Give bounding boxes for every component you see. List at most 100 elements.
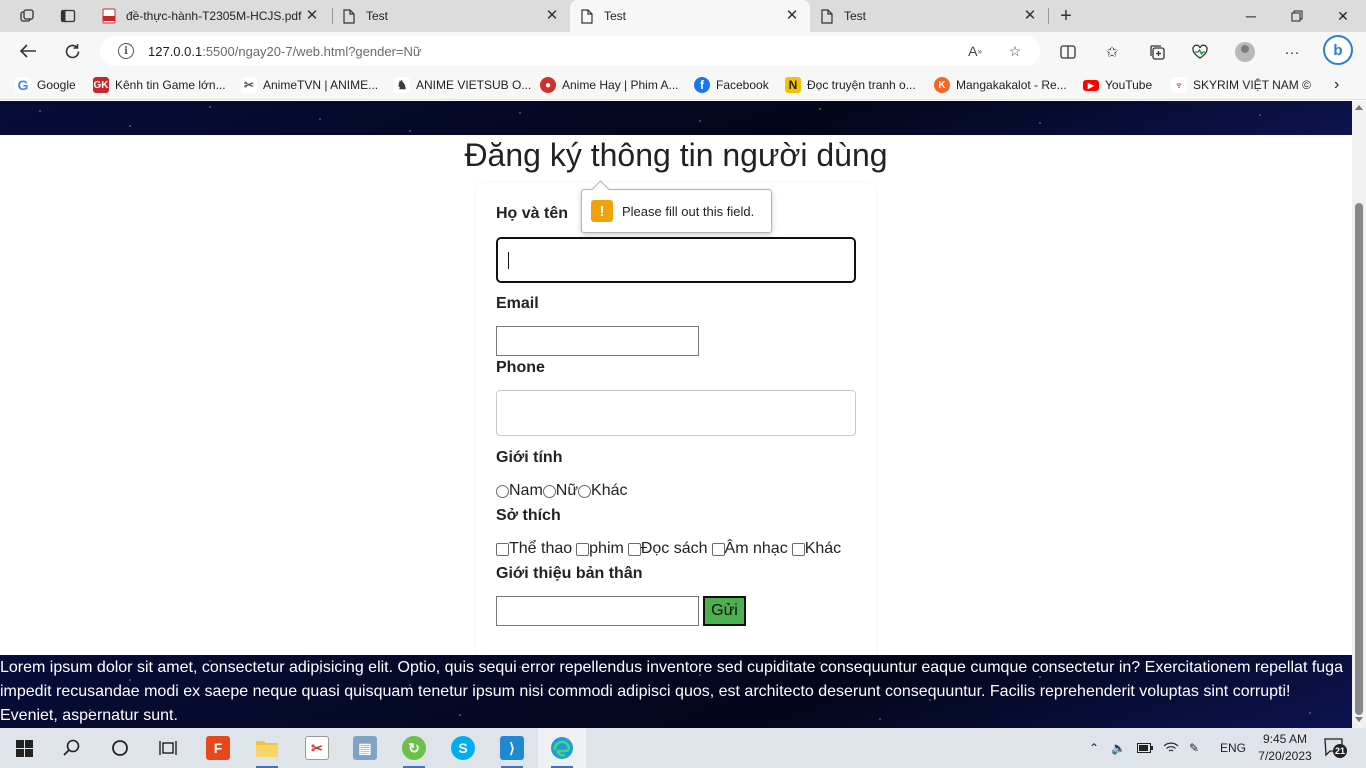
bookmark-anime-vietsub[interactable]: ♞ ANIME VIETSUB O...	[394, 76, 531, 94]
bookmark-doc-truyen[interactable]: N Đọc truyện tranh o...	[785, 76, 916, 94]
youtube-icon: ▶	[1083, 79, 1099, 91]
wifi-icon[interactable]	[1163, 728, 1179, 768]
truyen-icon: N	[785, 77, 801, 93]
bookmark-facebook[interactable]: f Facebook	[694, 76, 769, 94]
hobby-option-label: Đọc sách	[640, 540, 708, 557]
language-indicator[interactable]: ENG	[1220, 728, 1246, 768]
hobby-options: Thể thao phim Đọc sách Âm nhạc Khác	[496, 540, 841, 558]
read-aloud-icon[interactable]: A»	[966, 43, 984, 59]
tab-title: Test	[844, 9, 867, 23]
restore-icon[interactable]	[1274, 0, 1320, 32]
hobby-label: Sở thích	[496, 507, 561, 524]
refresh-icon[interactable]	[58, 38, 86, 64]
tab-pdf[interactable]: đề-thực-hành-T2305M-HCJS.pdf ✕	[92, 0, 330, 32]
bookmark-skyrim[interactable]: ♆ SKYRIM VIỆT NAM ©	[1171, 76, 1311, 94]
page-icon	[580, 8, 594, 24]
vscode-icon[interactable]: ⟩	[488, 728, 536, 768]
hobby-checkbox-the-thao[interactable]	[496, 542, 509, 556]
google-icon: G	[15, 77, 31, 93]
pdf-icon	[102, 8, 116, 24]
workspaces-icon[interactable]	[16, 6, 38, 26]
gender-option-label: Khác	[591, 482, 628, 499]
task-view-icon[interactable]	[144, 728, 192, 768]
pen-icon[interactable]: ✎	[1189, 728, 1199, 768]
split-screen-icon[interactable]	[1057, 41, 1079, 63]
snipping-app-icon[interactable]: ✂	[293, 728, 341, 768]
bookmark-anime-hay[interactable]: ● Anime Hay | Phim A...	[540, 76, 679, 94]
bookmark-google[interactable]: G Google	[15, 76, 76, 94]
close-tab-icon[interactable]: ✕	[544, 8, 560, 24]
notification-icon[interactable]: 21	[1324, 738, 1348, 758]
submit-button[interactable]: Gửi	[703, 596, 746, 626]
scrollbar-thumb[interactable]	[1355, 203, 1363, 715]
clock-time: 9:45 AM	[1262, 732, 1308, 746]
gender-radio-nu[interactable]	[542, 484, 556, 498]
hobby-checkbox-doc-sach[interactable]	[627, 542, 641, 556]
scroll-up-icon[interactable]	[1355, 105, 1363, 110]
page-icon	[342, 8, 356, 24]
favorite-star-icon[interactable]: ☆	[1006, 43, 1024, 59]
performance-icon[interactable]	[1189, 41, 1211, 63]
bookmark-youtube[interactable]: ▶ YouTube	[1083, 76, 1152, 94]
bookmark-mangakakalot[interactable]: K Mangakakalot - Re...	[934, 76, 1067, 94]
cortana-icon[interactable]	[96, 728, 144, 768]
search-icon[interactable]	[48, 728, 96, 768]
scroll-down-icon[interactable]	[1355, 717, 1363, 722]
url-text[interactable]: 127.0.0.1:5500/ngay20-7/web.html?gender=…	[148, 44, 422, 59]
show-hidden-icons-icon[interactable]: ⌃	[1089, 728, 1099, 768]
hobby-checkbox-am-nhac[interactable]	[711, 542, 725, 556]
address-bar[interactable]: i 127.0.0.1:5500/ngay20-7/web.html?gende…	[100, 36, 1040, 66]
favorites-icon[interactable]: ✩	[1101, 41, 1123, 63]
name-label: Họ và tên	[496, 205, 569, 222]
bing-copilot-icon[interactable]: b	[1323, 35, 1353, 65]
start-windows-icon[interactable]	[0, 728, 48, 768]
bio-label: Giới thiệu bản thân	[496, 565, 643, 582]
profile-avatar-icon[interactable]	[1234, 41, 1256, 63]
validation-message: Please fill out this field.	[622, 203, 755, 219]
close-tab-icon[interactable]: ✕	[784, 8, 800, 24]
tab-test-3[interactable]: Test ✕	[810, 0, 1048, 32]
gender-option-label: Nữ	[555, 482, 579, 499]
email-input[interactable]	[496, 326, 699, 356]
new-tab-icon[interactable]: +	[1055, 5, 1077, 27]
phone-input[interactable]	[496, 390, 856, 436]
hobby-checkbox-phim[interactable]	[576, 542, 590, 556]
gender-radio-nam[interactable]	[496, 484, 509, 498]
hobby-option-label: phim	[589, 540, 624, 557]
bio-input[interactable]	[496, 596, 699, 626]
name-input[interactable]	[496, 237, 856, 283]
tab-test-active[interactable]: Test ✕	[570, 0, 810, 32]
tab-test-1[interactable]: Test ✕	[332, 0, 570, 32]
back-icon[interactable]	[14, 38, 42, 64]
email-label: Email	[496, 295, 539, 312]
gender-radio-khac[interactable]	[578, 484, 592, 498]
collections-icon[interactable]	[1146, 41, 1168, 63]
tab-bar: đề-thực-hành-T2305M-HCJS.pdf ✕ Test ✕ Te…	[0, 0, 1366, 32]
tab-actions-icon[interactable]	[57, 6, 79, 26]
green-app-icon[interactable]: ↻	[390, 728, 438, 768]
page-title: Đăng ký thông tin người dùng	[464, 137, 888, 173]
minimize-icon[interactable]: ─	[1228, 0, 1274, 32]
bookmark-kenh-tin-game[interactable]: GK Kênh tin Game lớn...	[93, 76, 226, 94]
page-scrollbar[interactable]	[1352, 101, 1366, 728]
site-info-icon[interactable]: i	[118, 43, 134, 59]
footer-text: Lorem ipsum dolor sit amet, consectetur …	[0, 655, 1352, 728]
battery-icon[interactable]	[1137, 728, 1153, 768]
bookmark-animetvn[interactable]: ✂ AnimeTVN | ANIME...	[241, 76, 378, 94]
bookmarks-bar: G Google GK Kênh tin Game lớn... ✂ Anime…	[0, 70, 1366, 100]
foxit-app-icon[interactable]: F	[194, 728, 242, 768]
close-window-icon[interactable]: ✕	[1320, 0, 1366, 32]
validation-tooltip: ! Please fill out this field.	[581, 189, 772, 233]
edge-browser-icon[interactable]	[538, 728, 586, 768]
volume-icon[interactable]: 🔈	[1111, 728, 1126, 768]
close-tab-icon[interactable]: ✕	[304, 8, 320, 24]
system-clock[interactable]: 9:45 AM 7/20/2023	[1255, 731, 1315, 765]
close-tab-icon[interactable]: ✕	[1022, 8, 1038, 24]
hobby-checkbox-khac[interactable]	[791, 542, 805, 556]
more-menu-icon[interactable]: ···	[1281, 41, 1303, 63]
windows-taskbar: F ✂ ▤ ↻ S ⟩ ⌃ 🔈 ✎ ENG 9:45 AM 7/20/2023 …	[0, 728, 1366, 768]
file-explorer-icon[interactable]	[243, 728, 291, 768]
more-bookmarks-chevron-icon[interactable]: ›	[1334, 76, 1339, 94]
control-panel-icon[interactable]: ▤	[341, 728, 389, 768]
skype-icon[interactable]: S	[439, 728, 487, 768]
